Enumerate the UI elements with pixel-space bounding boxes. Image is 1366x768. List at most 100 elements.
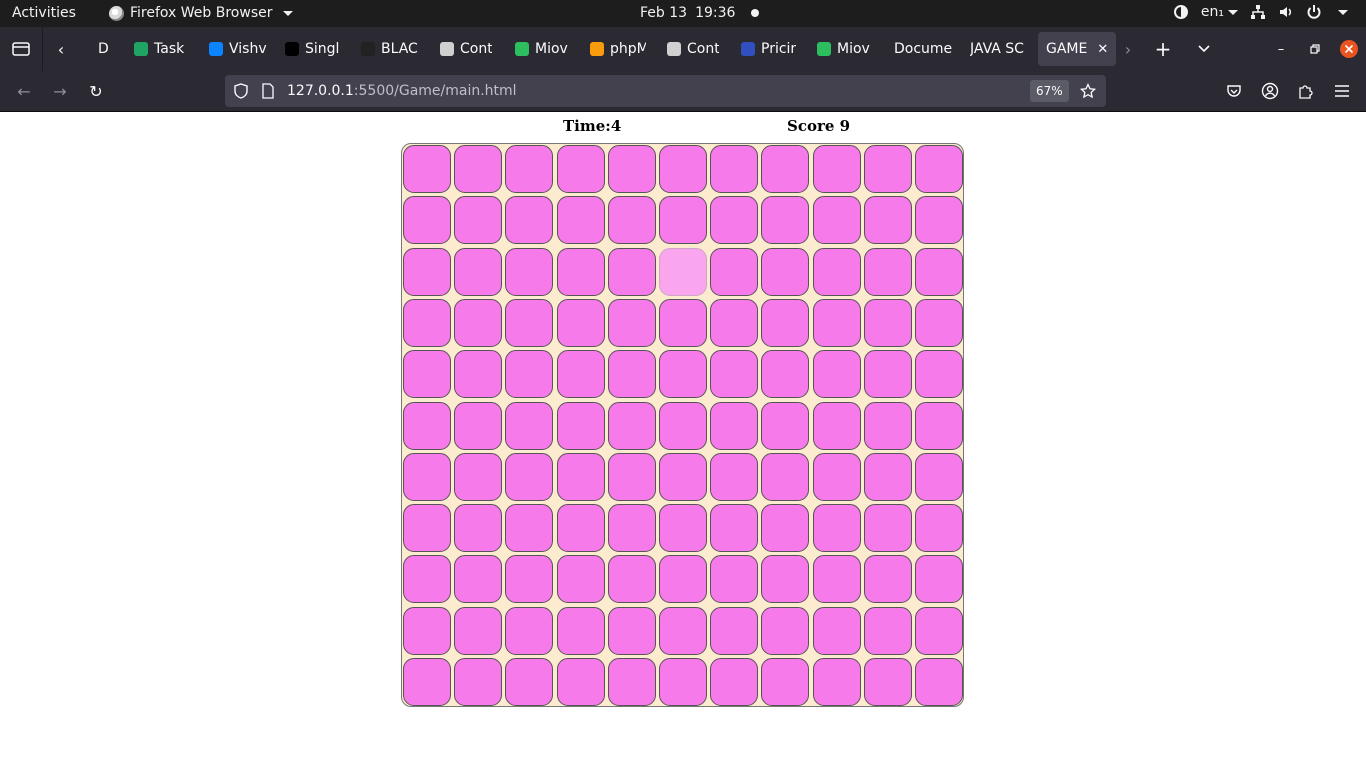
game-tile[interactable] xyxy=(403,350,451,399)
game-tile[interactable] xyxy=(556,145,605,193)
tab-item[interactable]: Vishv xyxy=(209,32,267,66)
zoom-level-button[interactable]: 67% xyxy=(1030,80,1069,102)
game-tile[interactable] xyxy=(659,555,707,604)
game-tile[interactable] xyxy=(659,298,707,347)
restore-button[interactable] xyxy=(1304,27,1326,71)
game-tile[interactable] xyxy=(812,452,861,501)
scroll-tabs-right-button[interactable]: › xyxy=(1117,27,1139,71)
game-tile[interactable] xyxy=(812,658,861,706)
game-tile[interactable] xyxy=(812,298,861,347)
game-tile[interactable] xyxy=(607,247,656,296)
game-tile[interactable] xyxy=(915,350,963,399)
game-tile[interactable] xyxy=(863,196,912,245)
game-tile[interactable] xyxy=(607,298,656,347)
game-tile[interactable] xyxy=(812,350,861,399)
game-tile[interactable] xyxy=(915,196,963,245)
game-tile[interactable] xyxy=(505,452,554,501)
clock[interactable]: Feb 13 19:36 xyxy=(640,5,760,21)
game-tile[interactable] xyxy=(556,401,605,450)
game-tile[interactable] xyxy=(505,504,554,553)
game-tile[interactable] xyxy=(607,658,656,706)
game-tile[interactable] xyxy=(505,247,554,296)
game-tile[interactable] xyxy=(761,658,810,706)
game-tile[interactable] xyxy=(863,452,912,501)
game-tile[interactable] xyxy=(454,658,503,706)
back-button[interactable]: ← xyxy=(12,79,36,103)
game-tile[interactable] xyxy=(403,145,451,193)
game-tile-highlighted[interactable] xyxy=(659,247,707,296)
game-tile[interactable] xyxy=(710,401,759,450)
url-bar[interactable]: 127.0.0.1:5500/Game/main.html 67% xyxy=(225,75,1106,107)
game-tile[interactable] xyxy=(505,658,554,706)
game-tile[interactable] xyxy=(607,350,656,399)
shield-icon[interactable] xyxy=(233,83,249,99)
tab-item[interactable]: phpM xyxy=(590,32,646,66)
game-tile[interactable] xyxy=(863,606,912,655)
tab-item[interactable]: Singl xyxy=(285,32,339,66)
game-tile[interactable] xyxy=(761,247,810,296)
game-tile[interactable] xyxy=(556,350,605,399)
game-tile[interactable] xyxy=(659,145,707,193)
game-tile[interactable] xyxy=(761,606,810,655)
game-tile[interactable] xyxy=(505,606,554,655)
game-tile[interactable] xyxy=(761,401,810,450)
game-tile[interactable] xyxy=(710,555,759,604)
game-tile[interactable] xyxy=(454,298,503,347)
tab-item[interactable]: Cont xyxy=(440,32,492,66)
game-tile[interactable] xyxy=(607,196,656,245)
game-tile[interactable] xyxy=(863,247,912,296)
game-tile[interactable] xyxy=(863,401,912,450)
game-tile[interactable] xyxy=(812,504,861,553)
game-tile[interactable] xyxy=(710,606,759,655)
game-tile[interactable] xyxy=(454,555,503,604)
firefox-view-button[interactable] xyxy=(8,27,34,71)
game-tile[interactable] xyxy=(710,504,759,553)
game-tile[interactable] xyxy=(505,145,554,193)
game-tile[interactable] xyxy=(761,298,810,347)
close-window-button[interactable] xyxy=(1338,27,1360,71)
game-tile[interactable] xyxy=(863,145,912,193)
game-tile[interactable] xyxy=(761,145,810,193)
game-tile[interactable] xyxy=(403,504,451,553)
game-tile[interactable] xyxy=(863,504,912,553)
game-tile[interactable] xyxy=(761,452,810,501)
game-tile[interactable] xyxy=(761,504,810,553)
game-tile[interactable] xyxy=(915,555,963,604)
game-tile[interactable] xyxy=(863,350,912,399)
game-tile[interactable] xyxy=(659,196,707,245)
new-tab-button[interactable]: + xyxy=(1152,27,1174,71)
game-tile[interactable] xyxy=(556,658,605,706)
game-tile[interactable] xyxy=(812,401,861,450)
game-tile[interactable] xyxy=(556,298,605,347)
game-tile[interactable] xyxy=(915,504,963,553)
minimize-button[interactable]: – xyxy=(1270,27,1292,71)
tab-item[interactable]: Miov xyxy=(817,32,870,66)
game-tile[interactable] xyxy=(863,658,912,706)
game-tile[interactable] xyxy=(505,350,554,399)
game-tile[interactable] xyxy=(556,196,605,245)
game-tile[interactable] xyxy=(403,196,451,245)
menu-button[interactable] xyxy=(1330,79,1354,103)
game-tile[interactable] xyxy=(659,606,707,655)
game-tile[interactable] xyxy=(710,350,759,399)
game-tile[interactable] xyxy=(403,452,451,501)
account-button[interactable] xyxy=(1258,79,1282,103)
game-tile[interactable] xyxy=(915,247,963,296)
app-menu[interactable]: Firefox Web Browser xyxy=(109,5,293,21)
game-tile[interactable] xyxy=(710,247,759,296)
game-tile[interactable] xyxy=(454,196,503,245)
game-tile[interactable] xyxy=(915,658,963,706)
game-tile[interactable] xyxy=(454,145,503,193)
game-tile[interactable] xyxy=(556,247,605,296)
game-tile[interactable] xyxy=(403,247,451,296)
game-tile[interactable] xyxy=(403,298,451,347)
tab-item[interactable]: Task xyxy=(134,32,184,66)
game-tile[interactable] xyxy=(710,145,759,193)
game-tile[interactable] xyxy=(403,401,451,450)
game-tile[interactable] xyxy=(761,196,810,245)
game-tile[interactable] xyxy=(812,145,861,193)
game-tile[interactable] xyxy=(505,555,554,604)
game-tile[interactable] xyxy=(556,606,605,655)
game-tile[interactable] xyxy=(556,452,605,501)
game-tile[interactable] xyxy=(812,247,861,296)
